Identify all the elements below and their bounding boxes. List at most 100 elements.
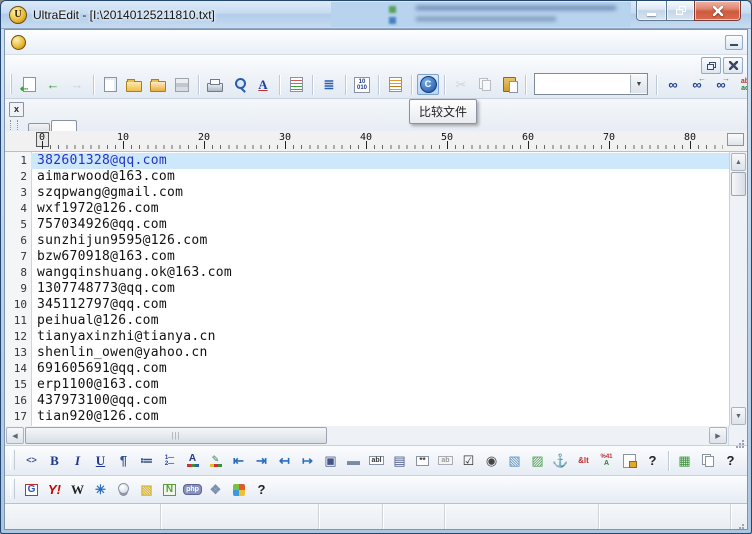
horizontal-scrollbar[interactable]: ◀ ||| ▶ xyxy=(5,426,728,445)
restore-button[interactable] xyxy=(667,1,694,21)
protect-tags-icon[interactable] xyxy=(619,451,640,471)
msdn-icon[interactable]: ❖ xyxy=(205,480,226,500)
vertical-scrollbar[interactable]: ▲ ▼ xyxy=(729,152,747,426)
horizontal-scroll-thumb[interactable]: ||| xyxy=(25,427,327,444)
numbered-list-icon[interactable] xyxy=(159,451,180,471)
editor-line[interactable]: 11 peihual@126.com xyxy=(5,313,729,329)
mdi-minimize-button[interactable] xyxy=(725,35,743,50)
scroll-down-icon[interactable]: ▼ xyxy=(731,407,746,425)
title-bar[interactable]: UltraEdit - [I:\20140125211810.txt] xyxy=(1,1,751,29)
escape-char-icon[interactable] xyxy=(573,451,594,471)
google-icon[interactable]: G xyxy=(21,480,42,500)
editor-line[interactable]: 14 691605691@qq.com xyxy=(5,361,729,377)
editor-line[interactable]: 12 tianyaxinzhi@tianya.cn xyxy=(5,329,729,345)
reference-icon[interactable]: ✳ xyxy=(90,480,111,500)
php-icon[interactable]: php xyxy=(182,480,203,500)
bullet-list-icon[interactable]: ≔ xyxy=(136,451,157,471)
text-lines[interactable]: 1 382601328@qq.com 2 aimarwood@163.com 3… xyxy=(5,152,729,426)
editor-line[interactable]: 13 shenlin_owen@yahoo.cn xyxy=(5,345,729,361)
split-handle[interactable] xyxy=(727,133,744,146)
column-mode-icon[interactable] xyxy=(384,74,406,95)
vertical-scroll-track[interactable] xyxy=(730,196,747,406)
vertical-scroll-thumb[interactable] xyxy=(731,172,746,196)
web-help-icon[interactable]: ? xyxy=(251,480,272,500)
checkbox-icon[interactable]: ☑ xyxy=(458,451,479,471)
search-site-icon[interactable]: ▧ xyxy=(136,480,157,500)
editor-line[interactable]: 2 aimarwood@163.com xyxy=(5,169,729,185)
replace-icon[interactable] xyxy=(734,74,748,95)
mdi-close-button[interactable] xyxy=(723,57,743,74)
editor-line[interactable]: 6 sunzhijun9595@126.com xyxy=(5,233,729,249)
form-dialog-icon[interactable]: ▣ xyxy=(320,451,341,471)
indent-left-icon[interactable]: ⇤ xyxy=(228,451,249,471)
compare-files-icon[interactable] xyxy=(417,74,439,95)
find-combobox[interactable]: ▼ xyxy=(534,73,648,95)
horizontal-rule-icon[interactable]: ▬ xyxy=(343,451,364,471)
paste-icon[interactable] xyxy=(498,74,520,95)
tags-help-icon[interactable]: ? xyxy=(720,451,741,471)
editor-line[interactable]: 1 382601328@qq.com xyxy=(5,153,729,169)
editor-line[interactable]: 15 erp1100@163.com xyxy=(5,377,729,393)
bold-icon[interactable]: B xyxy=(44,451,65,471)
toolbar-grip[interactable] xyxy=(10,479,15,499)
menu-view[interactable] xyxy=(101,39,115,45)
toolbar-grip[interactable] xyxy=(10,450,15,470)
picture-icon[interactable]: ▨ xyxy=(527,451,548,471)
new-file-icon[interactable] xyxy=(99,74,121,95)
cut-icon[interactable]: ✂ xyxy=(450,74,472,95)
editor-line[interactable]: 3 szqpwang@gmail.com xyxy=(5,185,729,201)
save-file-icon[interactable] xyxy=(171,74,193,95)
anchor-icon[interactable]: ⚓ xyxy=(550,451,571,471)
scroll-left-icon[interactable]: ◀ xyxy=(6,427,24,444)
editor-line[interactable]: 5 757034926@qq.com xyxy=(5,217,729,233)
underline-icon[interactable]: U xyxy=(90,451,111,471)
find-next-icon[interactable]: ∞→ xyxy=(710,74,732,95)
scroll-right-icon[interactable]: ▶ xyxy=(709,427,727,444)
menu-window[interactable] xyxy=(185,39,199,45)
back-icon[interactable]: ← xyxy=(42,74,64,95)
copy-format-icon[interactable] xyxy=(697,451,718,471)
margin-left-icon[interactable]: ↤ xyxy=(274,451,295,471)
table-icon[interactable]: ▦ xyxy=(674,451,695,471)
find-combobox-input[interactable] xyxy=(535,76,630,92)
print-preview-icon[interactable] xyxy=(228,74,250,95)
char-code-icon[interactable] xyxy=(596,451,617,471)
chevron-down-icon[interactable]: ▼ xyxy=(630,75,647,93)
font-color-icon[interactable] xyxy=(182,451,203,471)
minimize-button[interactable] xyxy=(636,1,667,21)
mdi-restore-button[interactable] xyxy=(701,57,721,74)
tab-mail-file[interactable] xyxy=(28,123,50,131)
forward-icon[interactable]: → xyxy=(66,74,88,95)
editor-line[interactable]: 10 345112797@qq.com xyxy=(5,297,729,313)
editor-line[interactable]: 7 bzw670918@163.com xyxy=(5,249,729,265)
open-file-icon[interactable] xyxy=(123,74,145,95)
editor-line[interactable]: 16 437973100@qq.com xyxy=(5,393,729,409)
copy-icon[interactable] xyxy=(474,74,496,95)
menu-file[interactable] xyxy=(31,39,45,45)
radio-button-icon[interactable]: ◉ xyxy=(481,451,502,471)
resize-grip[interactable] xyxy=(731,504,747,529)
ftp-open-icon[interactable] xyxy=(147,74,169,95)
editor-line[interactable]: 8 wangqinshuang.ok@163.com xyxy=(5,265,729,281)
horizontal-scroll-track[interactable] xyxy=(327,426,708,445)
n-site-icon[interactable]: N xyxy=(159,480,180,500)
indent-paragraph-icon[interactable]: ¶ xyxy=(113,451,134,471)
find-prev-icon[interactable]: ∞← xyxy=(686,74,708,95)
whatis-icon[interactable] xyxy=(113,480,134,500)
menu-column[interactable] xyxy=(129,39,143,45)
image-icon[interactable]: ▧ xyxy=(504,451,525,471)
menu-script[interactable] xyxy=(157,39,171,45)
font-icon[interactable]: A xyxy=(252,74,274,95)
menu-format[interactable] xyxy=(115,39,129,45)
list-field-icon[interactable]: ▤ xyxy=(389,451,410,471)
menu-macro[interactable] xyxy=(143,39,157,45)
disabled-field-icon[interactable] xyxy=(435,451,456,471)
close-file-button[interactable]: x xyxy=(9,102,24,117)
sort-icon[interactable]: ≣ xyxy=(318,74,340,95)
html-help-icon[interactable]: ? xyxy=(642,451,663,471)
menu-advanced[interactable] xyxy=(171,39,185,45)
password-field-icon[interactable] xyxy=(412,451,433,471)
editor-line[interactable]: 4 wxf1972@126.com xyxy=(5,201,729,217)
find-icon[interactable]: ∞ xyxy=(662,74,684,95)
paragraph-marks-icon[interactable] xyxy=(285,74,307,95)
